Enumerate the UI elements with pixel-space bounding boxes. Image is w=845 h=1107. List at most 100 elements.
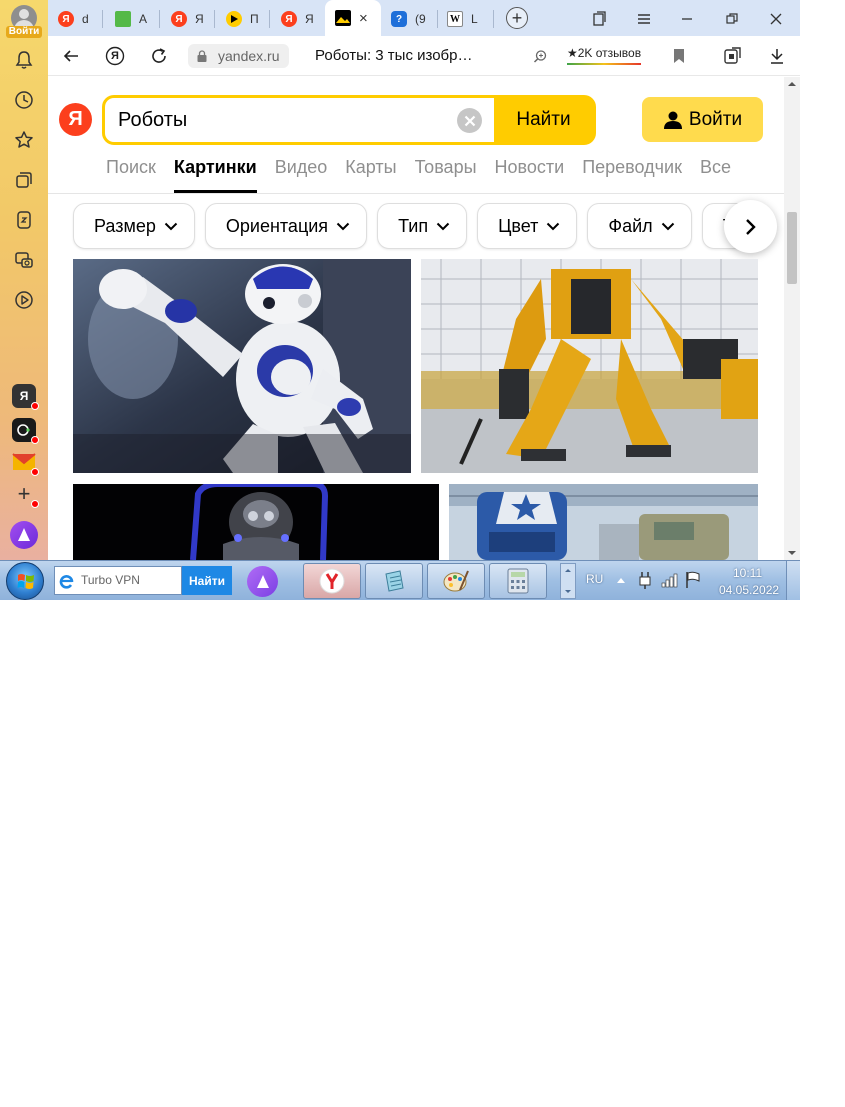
back-arrow-icon[interactable] bbox=[60, 45, 82, 67]
scrollbar-thumb[interactable] bbox=[787, 212, 797, 284]
page-title[interactable]: Роботы: 3 тыс изобр… bbox=[315, 47, 472, 64]
tab-8[interactable]: W L bbox=[437, 6, 489, 32]
image-result-2[interactable] bbox=[421, 259, 758, 473]
scroll-up-icon[interactable] bbox=[784, 79, 800, 89]
image-result-3[interactable] bbox=[73, 484, 439, 560]
nav-tab-video[interactable]: Видео bbox=[275, 157, 328, 191]
scroll-down-icon[interactable] bbox=[784, 548, 800, 558]
screenshot-camera-icon[interactable] bbox=[12, 248, 36, 272]
nav-tab-products[interactable]: Товары bbox=[415, 157, 477, 191]
filter-type-label: Тип bbox=[398, 215, 429, 236]
tab-3-title: Я bbox=[195, 12, 204, 26]
tab-8-title: L bbox=[471, 12, 478, 26]
filter-orientation[interactable]: Ориентация bbox=[204, 203, 368, 249]
action-center-flag-icon[interactable] bbox=[685, 571, 701, 589]
reload-icon[interactable] bbox=[148, 45, 170, 67]
video-play-icon[interactable] bbox=[12, 288, 36, 312]
yandex-home-letter: Я bbox=[111, 50, 119, 62]
filter-type[interactable]: Тип bbox=[377, 203, 468, 249]
ie-icon bbox=[59, 575, 74, 589]
domain-pill[interactable]: yandex.ru bbox=[188, 44, 290, 68]
tab-5-title: Я bbox=[305, 12, 314, 26]
taskbar-alice-icon[interactable] bbox=[247, 566, 278, 597]
start-button[interactable] bbox=[6, 562, 44, 600]
alice-icon[interactable] bbox=[10, 521, 38, 549]
history-clock-icon[interactable] bbox=[12, 88, 36, 112]
tabs-list-icon[interactable] bbox=[588, 8, 610, 30]
search-input[interactable] bbox=[118, 108, 448, 132]
show-desktop-button[interactable] bbox=[786, 561, 800, 600]
find-button[interactable]: Найти bbox=[494, 98, 593, 142]
yandex-logo[interactable]: Я bbox=[59, 103, 92, 136]
side-panel: Войти Я + bbox=[0, 0, 48, 560]
add-service-icon[interactable]: + bbox=[12, 481, 39, 508]
minimize-icon[interactable] bbox=[676, 8, 698, 30]
question-icon: ? bbox=[391, 11, 407, 27]
chevron-down-icon bbox=[547, 222, 560, 230]
tab-3[interactable]: Я Я bbox=[161, 6, 213, 32]
domain-text: yandex.ru bbox=[218, 48, 280, 64]
collections-icon[interactable] bbox=[12, 168, 36, 192]
nav-tab-news[interactable]: Новости bbox=[495, 157, 565, 191]
chevron-down-icon bbox=[336, 222, 350, 230]
page-scrollbar[interactable] bbox=[784, 77, 800, 560]
nav-tab-all[interactable]: Все bbox=[700, 157, 731, 191]
nav-tab-images[interactable]: Картинки bbox=[173, 157, 257, 193]
yandex-home-icon[interactable]: Я bbox=[104, 45, 126, 67]
image-result-1[interactable] bbox=[73, 259, 411, 473]
side-login-label[interactable]: Войти bbox=[6, 26, 42, 38]
play-icon bbox=[226, 11, 242, 27]
image-result-4[interactable] bbox=[449, 484, 758, 560]
bookmarks-star-icon[interactable] bbox=[12, 128, 36, 152]
new-tab-button[interactable]: + bbox=[506, 7, 528, 29]
nav-tab-maps[interactable]: Карты bbox=[345, 157, 396, 191]
lock-icon bbox=[197, 50, 207, 62]
taskbar-yandex-browser[interactable] bbox=[303, 563, 361, 599]
bell-icon[interactable] bbox=[12, 48, 36, 72]
taskbar-scroll[interactable] bbox=[560, 563, 576, 599]
language-indicator[interactable]: RU bbox=[586, 572, 603, 586]
tab-5[interactable]: Я Я bbox=[271, 6, 323, 32]
windows-logo-icon bbox=[17, 574, 34, 589]
download-icon[interactable] bbox=[766, 45, 788, 67]
filter-color[interactable]: Цвет bbox=[477, 203, 578, 249]
mail-icon[interactable] bbox=[12, 450, 39, 476]
login-button[interactable]: Войти bbox=[642, 97, 763, 142]
taskbar-paint[interactable] bbox=[427, 563, 485, 599]
bookmark-icon[interactable] bbox=[668, 45, 690, 67]
yandex-browser-icon bbox=[319, 568, 345, 594]
clock-date[interactable]: 04.05.2022 bbox=[719, 583, 779, 597]
network-signal-icon[interactable] bbox=[661, 572, 679, 588]
clear-search-icon[interactable] bbox=[457, 108, 482, 133]
zoom-icon[interactable] bbox=[529, 45, 551, 67]
menu-icon[interactable] bbox=[633, 8, 655, 30]
tab-6-active[interactable]: × bbox=[325, 0, 381, 36]
taskbar-notepad[interactable] bbox=[365, 563, 423, 599]
close-tab-icon[interactable]: × bbox=[359, 10, 368, 27]
filter-file[interactable]: Файл bbox=[587, 203, 692, 249]
tray-expand-icon[interactable] bbox=[616, 576, 626, 584]
protect-extension-icon[interactable] bbox=[722, 45, 744, 67]
tab-7[interactable]: ? (9 bbox=[381, 6, 433, 32]
zen-icon[interactable] bbox=[12, 208, 36, 232]
tab-2[interactable]: A bbox=[105, 6, 157, 32]
yandex-app-icon[interactable]: Я bbox=[12, 384, 39, 410]
tab-1[interactable]: Я d bbox=[48, 6, 100, 32]
tab-4[interactable]: П bbox=[216, 6, 268, 32]
filters-next-button[interactable] bbox=[724, 200, 777, 253]
yandex-icon: Я bbox=[171, 11, 187, 27]
taskbar-find-button[interactable]: Найти bbox=[182, 566, 232, 595]
filter-chips: Размер Ориентация Тип Цвет Файл Т bbox=[73, 203, 751, 249]
filter-size[interactable]: Размер bbox=[73, 203, 195, 249]
taskbar-search[interactable]: Turbo VPN bbox=[54, 566, 182, 595]
reviews-link[interactable]: ★2K отзывов bbox=[567, 46, 642, 65]
clock-time[interactable]: 10:11 bbox=[733, 566, 762, 580]
power-plug-icon[interactable] bbox=[637, 571, 653, 589]
nav-tab-translator[interactable]: Переводчик bbox=[582, 157, 682, 191]
close-window-icon[interactable] bbox=[765, 8, 787, 30]
restore-icon[interactable] bbox=[721, 8, 743, 30]
nav-tab-search[interactable]: Поиск bbox=[106, 157, 156, 191]
messenger-icon[interactable] bbox=[12, 418, 39, 444]
search-nav-tabs: Поиск Картинки Видео Карты Товары Новост… bbox=[106, 157, 731, 193]
taskbar-calculator[interactable] bbox=[489, 563, 547, 599]
